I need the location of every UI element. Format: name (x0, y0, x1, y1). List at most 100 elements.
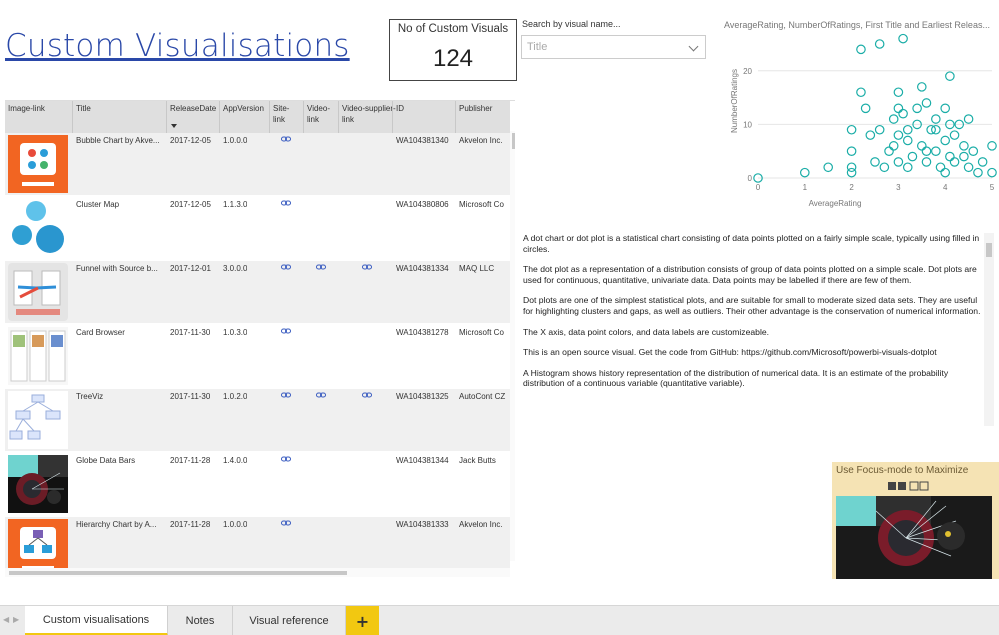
data-point[interactable] (940, 167, 950, 178)
visual-thumbnail-image[interactable] (8, 519, 68, 570)
data-point[interactable] (902, 135, 913, 146)
data-point[interactable] (935, 162, 946, 173)
scroll-thumb[interactable] (986, 243, 992, 257)
scroll-thumb[interactable] (9, 571, 347, 575)
visuals-table[interactable]: Image-link Title ReleaseDate AppVersion … (5, 100, 515, 570)
data-point[interactable] (846, 146, 857, 156)
data-point[interactable] (940, 103, 950, 114)
scroll-thumb[interactable] (512, 133, 515, 149)
column-header-video-link[interactable]: Video-link (307, 103, 337, 125)
column-header-image-link[interactable]: Image-link (8, 103, 45, 114)
data-point[interactable] (917, 82, 927, 92)
visual-thumbnail-image[interactable] (8, 135, 68, 193)
tab-next-icon[interactable]: ▶ (13, 615, 19, 624)
data-point[interactable] (893, 130, 904, 140)
table-row[interactable]: TreeViz 2017-11-30 1.0.2.0 WA104381325 AutoC… (5, 389, 510, 452)
text-scrollbar[interactable] (984, 233, 994, 426)
data-point[interactable] (893, 103, 904, 114)
data-point[interactable] (987, 141, 997, 151)
data-point[interactable] (968, 146, 979, 156)
table-horizontal-scrollbar[interactable] (5, 568, 510, 577)
table-row[interactable]: Funnel with Source b... 2017-12-01 3.0.0.0… (5, 261, 510, 324)
column-header-id[interactable]: ID (396, 103, 404, 114)
data-point[interactable] (912, 103, 922, 114)
table-row[interactable]: Hierarchy Chart by A... 2017-11-28 1.0.0.0… (5, 517, 510, 570)
table-row[interactable]: Globe Data Bars 2017-11-28 1.4.0.0 WA104381… (5, 453, 510, 516)
chevron-down-icon[interactable] (688, 41, 699, 52)
search-dropdown[interactable]: Title (521, 35, 706, 59)
visual-thumbnail-image[interactable] (8, 391, 68, 449)
data-point[interactable] (902, 162, 913, 173)
data-point[interactable] (977, 157, 988, 167)
scatter-chart[interactable]: AverageRating, NumberOfRatings, First Ti… (720, 14, 999, 214)
kpi-card[interactable]: No of Custom Visuals 124 (389, 19, 517, 81)
data-point[interactable] (921, 157, 932, 167)
column-header-title[interactable]: Title (76, 103, 91, 114)
data-point[interactable] (963, 114, 974, 124)
data-point[interactable] (917, 141, 927, 151)
data-point[interactable] (963, 162, 974, 173)
focus-mode-icon[interactable] (888, 481, 940, 491)
data-point[interactable] (949, 157, 960, 167)
tab-notes[interactable]: Notes (168, 606, 233, 635)
data-point[interactable] (945, 151, 955, 162)
data-point[interactable] (949, 130, 960, 140)
tab-prev-icon[interactable]: ◀ (3, 615, 9, 624)
page-title: Custom Visualisations (5, 28, 350, 64)
cell-id: WA104381325 (396, 392, 449, 401)
data-point[interactable] (902, 124, 913, 135)
data-point[interactable] (856, 44, 866, 55)
data-point[interactable] (874, 124, 885, 135)
data-point[interactable] (893, 157, 904, 167)
data-point[interactable] (945, 71, 955, 81)
data-point[interactable] (959, 141, 969, 151)
data-point[interactable] (973, 167, 983, 178)
visual-thumbnail-image[interactable] (8, 455, 68, 513)
data-point[interactable] (959, 151, 969, 162)
table-vertical-scrollbar[interactable] (510, 131, 515, 561)
data-point[interactable] (860, 103, 871, 114)
data-point[interactable] (884, 146, 894, 156)
column-header-publisher[interactable]: Publisher (459, 103, 492, 114)
add-page-button[interactable]: + (346, 606, 379, 635)
data-point[interactable] (846, 162, 857, 173)
visual-thumbnail-image[interactable] (8, 327, 68, 385)
column-header-release-date[interactable]: ReleaseDate (170, 103, 216, 114)
data-point[interactable] (940, 135, 950, 146)
data-point[interactable] (879, 162, 890, 173)
data-point[interactable] (800, 167, 810, 178)
table-row[interactable]: Bubble Chart by Akve... 2017-12-05 1.0.0.0… (5, 133, 510, 196)
column-header-video-supplier-link[interactable]: Video-supplier-link (342, 103, 396, 125)
page-tab-bar: ◀ ▶ Custom visualisations Notes Visual r… (0, 605, 999, 635)
data-point[interactable] (907, 151, 918, 162)
data-point[interactable] (865, 130, 876, 140)
visual-thumbnail-image[interactable] (8, 199, 68, 257)
sort-desc-icon[interactable] (171, 124, 177, 128)
data-point[interactable] (898, 33, 908, 44)
data-point[interactable] (921, 146, 932, 156)
y-axis-label: NumberOfRatings (730, 69, 739, 133)
focus-mode-panel[interactable]: Use Focus-mode to Maximize (832, 462, 999, 579)
column-header-site-link[interactable]: Site-link (273, 103, 299, 125)
data-point[interactable] (823, 162, 833, 173)
data-point[interactable] (931, 146, 941, 156)
data-point[interactable] (888, 114, 899, 124)
column-header-app-version[interactable]: AppVersion (223, 103, 264, 114)
description-text-box[interactable]: A dot chart or dot plot is a statistical… (518, 233, 996, 426)
table-row[interactable]: Card Browser 2017-11-30 1.0.3.0 WA104381278… (5, 325, 510, 388)
data-point[interactable] (921, 98, 932, 108)
data-point[interactable] (898, 108, 908, 119)
tab-custom-visualisations[interactable]: Custom visualisations (25, 606, 168, 635)
visual-thumbnail-image[interactable] (8, 263, 68, 321)
data-point[interactable] (987, 167, 997, 178)
data-point[interactable] (893, 87, 904, 98)
data-point[interactable] (846, 124, 857, 135)
data-point[interactable] (874, 39, 885, 49)
data-point[interactable] (856, 87, 866, 98)
table-row[interactable]: Cluster Map 2017-12-05 1.1.3.0 WA104380806 M… (5, 197, 510, 260)
tab-visual-reference[interactable]: Visual reference (233, 606, 346, 635)
data-point[interactable] (888, 141, 899, 151)
cell-publisher: Akvelon Inc. (459, 136, 503, 145)
data-point[interactable] (870, 157, 880, 167)
data-point[interactable] (931, 114, 941, 124)
